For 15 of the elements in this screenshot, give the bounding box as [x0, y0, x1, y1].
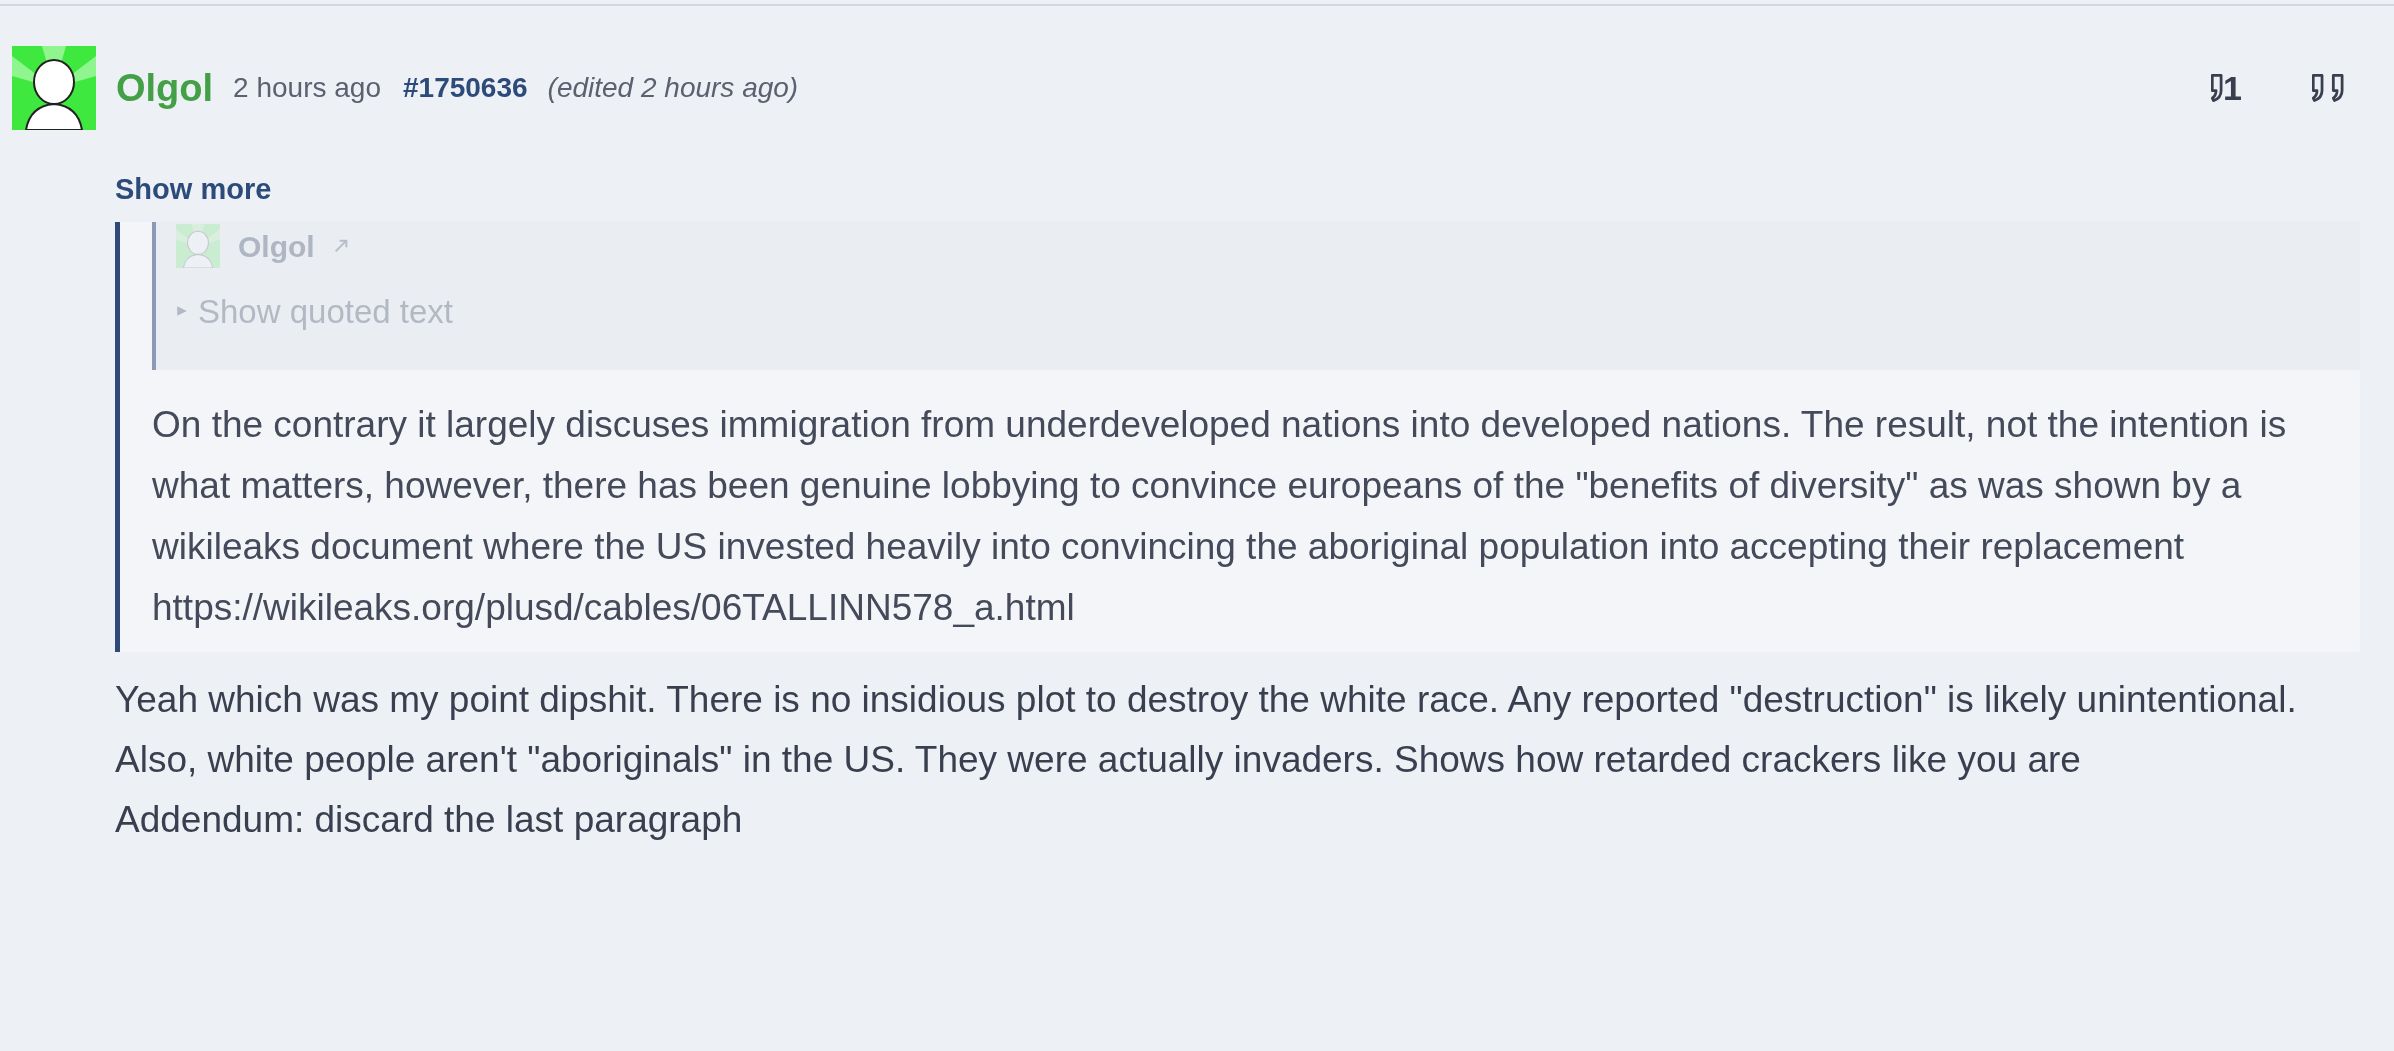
post-time: 2 hours ago: [233, 71, 381, 105]
double-quote-icon: [2312, 74, 2344, 102]
avatar-icon: [176, 224, 220, 268]
avatar-icon: [12, 46, 96, 130]
post-paragraph: Also, white people aren't "aboriginals" in the US. They were actually invaders. Shows how retarded crackers like you are: [115, 737, 2082, 782]
expand-triangle-icon: [176, 305, 188, 318]
post-id-link[interactable]: #1750636: [403, 67, 528, 109]
quote-button[interactable]: [2312, 74, 2344, 102]
show-more-link[interactable]: Show more: [115, 168, 272, 212]
post-paragraph: Addendum: discard the last paragraph: [115, 797, 744, 842]
post-paragraph: Yeah which was my point dipshit. There is no insidious plot to destroy the white race. Any reported "destruction" is likely unintentional.: [115, 677, 2298, 722]
quote-reply-button[interactable]: 1: [2211, 71, 2242, 105]
quote-icon: [2211, 74, 2224, 102]
wikileaks-link[interactable]: https://wikileaks.org/plusd/cables/06TALLINN578_a.html: [152, 586, 1075, 628]
edited-note: (edited 2 hours ago): [547, 71, 799, 105]
